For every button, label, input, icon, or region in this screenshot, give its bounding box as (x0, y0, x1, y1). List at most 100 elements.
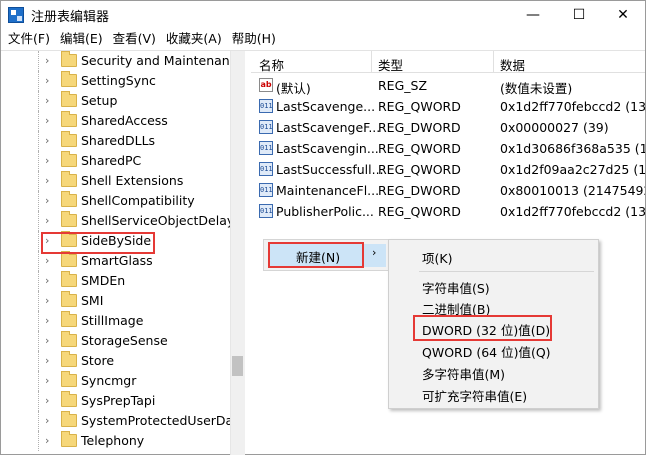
chevron-right-icon[interactable]: › (45, 254, 49, 267)
chevron-right-icon[interactable]: › (45, 374, 49, 387)
tree-scrollbar[interactable] (230, 51, 245, 455)
value-row[interactable]: 011 MaintenanceFl... REG_DWORD 0x80010013 (… (251, 180, 645, 201)
submenu-item[interactable]: 项(K) (422, 248, 452, 267)
chevron-right-icon[interactable]: › (45, 354, 49, 367)
folder-icon (61, 111, 77, 127)
tree-item-label: SmartGlass (81, 253, 153, 268)
chevron-right-icon[interactable]: › (45, 294, 49, 307)
tree-item[interactable]: › SMDEn (1, 271, 231, 291)
chevron-right-icon[interactable]: › (45, 434, 49, 447)
tree-guide-line (38, 351, 39, 371)
highlight-box-new (268, 242, 364, 268)
menu-bar: 文件(F) 编辑(E) 查看(V) 收藏夹(A) 帮助(H) (1, 28, 645, 50)
column-separator[interactable] (371, 51, 372, 73)
tree-guide-line (38, 171, 39, 191)
tree-item[interactable]: › Setup (1, 91, 231, 111)
chevron-right-icon[interactable]: › (45, 314, 49, 327)
value-data: 0x1d2ff770febccd2 (1314 (500, 99, 645, 114)
value-row[interactable]: 011 LastScavenge... REG_QWORD 0x1d2ff770feb… (251, 96, 645, 117)
chevron-right-icon[interactable]: › (45, 94, 49, 107)
chevron-right-icon[interactable]: › (45, 274, 49, 287)
tree-item[interactable]: › SharedAccess (1, 111, 231, 131)
chevron-right-icon[interactable]: › (45, 134, 49, 147)
tree-item[interactable]: › Syncmgr (1, 371, 231, 391)
submenu-item[interactable]: 字符串值(S) (422, 278, 490, 297)
folder-icon (61, 211, 77, 227)
menu-edit[interactable]: 编辑(E) (55, 28, 108, 50)
menu-favorites[interactable]: 收藏夹(A) (161, 28, 227, 50)
column-name-header[interactable]: 名称 (259, 55, 284, 74)
column-data-header[interactable]: 数据 (500, 55, 525, 74)
tree-item-label: Setup (81, 93, 118, 108)
submenu-item[interactable]: QWORD (64 位)值(Q) (422, 342, 551, 361)
tree-item[interactable]: › Shell Extensions (1, 171, 231, 191)
menu-help[interactable]: 帮助(H) (227, 28, 281, 50)
tree-item[interactable]: › Store (1, 351, 231, 371)
column-type-header[interactable]: 类型 (378, 55, 403, 74)
folder-icon (61, 311, 77, 327)
value-row[interactable]: 011 PublisherPolic... REG_QWORD 0x1d2ff770f… (251, 201, 645, 222)
tree-guide-line (38, 151, 39, 171)
tree-item[interactable]: › ShellServiceObjectDelayLo (1, 211, 244, 231)
maximize-button[interactable]: ☐ (557, 1, 601, 28)
value-type: REG_DWORD (378, 183, 461, 198)
tree-scrollbar-thumb[interactable] (232, 356, 243, 376)
chevron-right-icon[interactable]: › (45, 74, 49, 87)
folder-icon (61, 331, 77, 347)
value-row[interactable]: 011 LastScavengin... REG_QWORD 0x1d30686f36… (251, 138, 645, 159)
binary-value-icon: 011 (259, 183, 273, 197)
menu-view[interactable]: 查看(V) (108, 28, 161, 50)
value-data: 0x1d2ff770febccd2 (1314 (500, 204, 645, 219)
tree-item[interactable]: › SystemProtectedUserData (1, 411, 244, 431)
value-row[interactable]: ab (默认) REG_SZ (数值未设置) (251, 75, 645, 96)
highlight-box-dword (413, 315, 552, 341)
tree-item-label: Store (81, 353, 115, 368)
tree-item[interactable]: › SMI (1, 291, 231, 311)
tree-item[interactable]: › SmartGlass (1, 251, 231, 271)
tree-item[interactable]: › SharedPC (1, 151, 231, 171)
chevron-right-icon[interactable]: › (45, 194, 49, 207)
folder-icon (61, 291, 77, 307)
chevron-right-icon[interactable]: › (45, 154, 49, 167)
column-separator[interactable] (493, 51, 494, 73)
title-bar: 注册表编辑器 — ☐ ✕ (1, 1, 645, 28)
chevron-right-icon[interactable]: › (45, 174, 49, 187)
tree-guide-line (38, 271, 39, 291)
folder-icon (61, 51, 77, 67)
tree-item-label: SystemProtectedUserData (81, 413, 245, 428)
submenu-item[interactable]: 可扩充字符串值(E) (422, 386, 527, 405)
tree-item[interactable]: › ShellCompatibility (1, 191, 231, 211)
tree-item[interactable]: › Security and Maintenance (1, 51, 244, 71)
tree-guide-line (38, 431, 39, 451)
string-value-icon: ab (259, 78, 273, 92)
binary-value-icon: 011 (259, 120, 273, 134)
value-data: 0x1d2f09aa2c27d25 (1314 (500, 162, 645, 177)
tree-item[interactable]: › SysPrepTapi (1, 391, 231, 411)
folder-icon (61, 191, 77, 207)
tree-guide-line (38, 331, 39, 351)
chevron-right-icon[interactable]: › (45, 214, 49, 227)
value-type: REG_QWORD (378, 162, 461, 177)
tree-item[interactable]: › Telephony (1, 431, 231, 451)
value-type: REG_DWORD (378, 120, 461, 135)
tree-item[interactable]: › StorageSense (1, 331, 231, 351)
close-button[interactable]: ✕ (601, 1, 645, 28)
value-name: PublisherPolic... (276, 204, 374, 219)
tree-item[interactable]: › SharedDLLs (1, 131, 231, 151)
tree-item-label: Telephony (81, 433, 145, 448)
value-row[interactable]: 011 LastScavengeF... REG_DWORD 0x00000027 (… (251, 117, 645, 138)
minimize-button[interactable]: — (511, 1, 555, 28)
value-row[interactable]: 011 LastSuccessfull... REG_QWORD 0x1d2f09aa… (251, 159, 645, 180)
chevron-right-icon[interactable]: › (45, 54, 49, 67)
chevron-right-icon[interactable]: › (45, 114, 49, 127)
tree-item[interactable]: › SettingSync (1, 71, 231, 91)
menu-file[interactable]: 文件(F) (3, 28, 55, 50)
chevron-right-icon[interactable]: › (45, 414, 49, 427)
folder-icon (61, 91, 77, 107)
tree-item[interactable]: › StillImage (1, 311, 231, 331)
submenu-item[interactable]: 多字符串值(M) (422, 364, 505, 383)
folder-icon (61, 351, 77, 367)
chevron-right-icon[interactable]: › (45, 334, 49, 347)
tree-item-label: SysPrepTapi (81, 393, 156, 408)
chevron-right-icon[interactable]: › (45, 394, 49, 407)
